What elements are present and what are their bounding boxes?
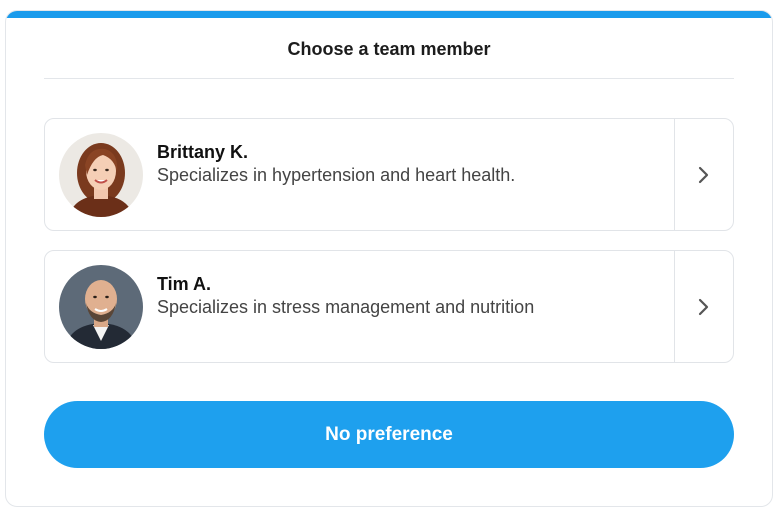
woman-portrait-icon bbox=[59, 132, 143, 217]
divider bbox=[44, 78, 734, 79]
member-name: Tim A. bbox=[157, 273, 212, 294]
man-portrait-icon bbox=[59, 264, 143, 349]
chevron-right-icon bbox=[698, 166, 709, 183]
member-info: Brittany K. Specializes in hypertension … bbox=[157, 141, 515, 187]
avatar bbox=[59, 264, 143, 349]
member-card-tim[interactable]: Tim A. Specializes in stress management … bbox=[44, 250, 734, 363]
member-select-chevron[interactable] bbox=[674, 119, 733, 230]
accent-bar bbox=[6, 11, 772, 18]
member-name: Brittany K. bbox=[157, 141, 249, 162]
member-card-brittany[interactable]: Brittany K. Specializes in hypertension … bbox=[44, 118, 734, 231]
no-preference-button[interactable]: No preference bbox=[44, 401, 734, 468]
member-main[interactable]: Tim A. Specializes in stress management … bbox=[45, 251, 674, 362]
team-member-picker-card: Choose a team member Brittany K. Special… bbox=[5, 10, 773, 507]
member-main[interactable]: Brittany K. Specializes in hypertension … bbox=[45, 119, 674, 230]
chevron-right-icon bbox=[698, 298, 709, 315]
avatar bbox=[59, 132, 143, 217]
member-description: Specializes in hypertension and heart he… bbox=[157, 164, 516, 185]
page-title: Choose a team member bbox=[287, 39, 491, 59]
member-description: Specializes in stress management and nut… bbox=[157, 296, 535, 317]
member-info: Tim A. Specializes in stress management … bbox=[157, 273, 534, 319]
member-select-chevron[interactable] bbox=[674, 251, 733, 362]
